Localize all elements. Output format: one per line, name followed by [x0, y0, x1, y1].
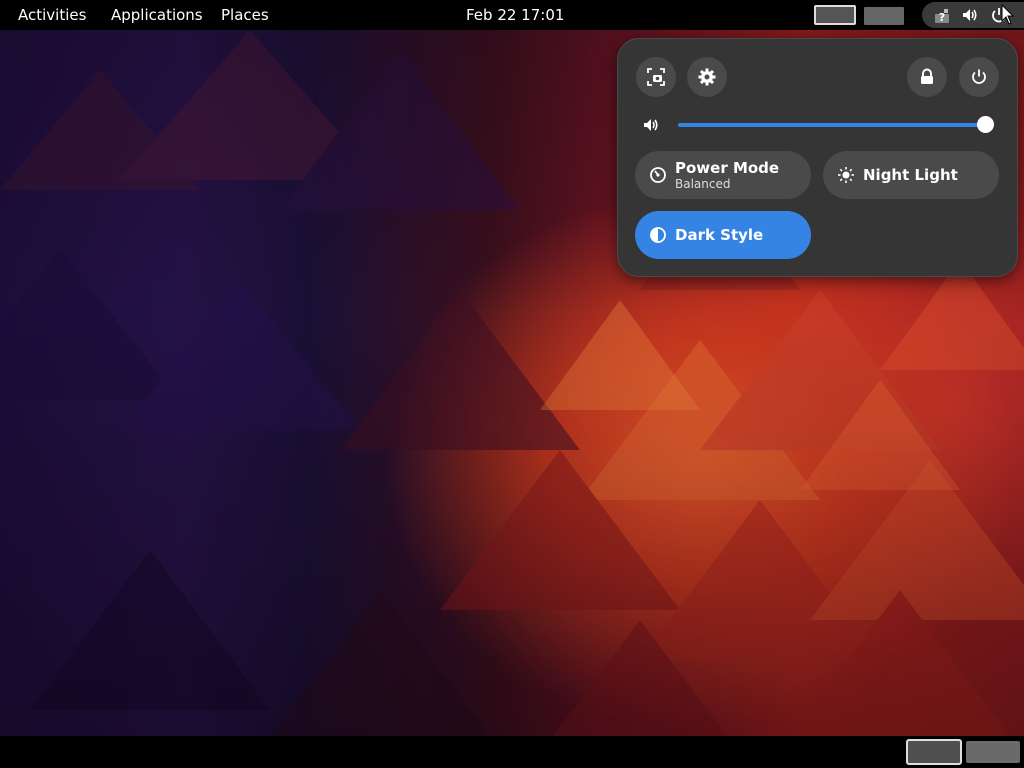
places-menu[interactable]: Places: [221, 0, 269, 30]
dark-style-toggle[interactable]: Dark Style: [635, 211, 811, 259]
volume-slider[interactable]: [678, 123, 986, 127]
power-mode-title: Power Mode: [675, 158, 780, 177]
power-mode-icon: [650, 167, 666, 183]
settings-button[interactable]: [687, 57, 727, 97]
workspace-indicator-1[interactable]: [814, 5, 856, 25]
screenshot-icon: [647, 68, 665, 86]
workspace-switcher-2[interactable]: [966, 741, 1020, 763]
volume-icon: [644, 119, 658, 131]
dark-style-title: Dark Style: [675, 226, 764, 244]
volume-slider-handle[interactable]: [977, 116, 994, 133]
power-off-icon: [972, 69, 986, 84]
network-icon: ?: [935, 9, 949, 24]
screenshot-button[interactable]: [636, 57, 676, 97]
lock-button[interactable]: [907, 57, 947, 97]
settings-icon: [698, 68, 716, 86]
night-light-icon: [838, 167, 854, 183]
quick-settings-menu: Power Mode Balanced Night Light Dark Sty…: [617, 38, 1018, 277]
dark-style-icon: [650, 227, 666, 243]
workspace-switcher-1[interactable]: [906, 739, 962, 765]
volume-row: [638, 115, 1000, 135]
night-light-toggle[interactable]: Night Light: [823, 151, 999, 199]
top-bar: Activities Applications Places Feb 22 17…: [0, 0, 1024, 30]
power-mode-toggle[interactable]: Power Mode Balanced: [635, 151, 811, 199]
applications-menu[interactable]: Applications: [111, 0, 203, 30]
workspace-indicator-2[interactable]: [864, 7, 904, 25]
mouse-cursor-icon: [1001, 4, 1015, 25]
power-mode-subtitle: Balanced: [675, 176, 731, 191]
activities-button[interactable]: Activities: [18, 0, 86, 30]
lock-icon: [921, 68, 933, 84]
power-off-button[interactable]: [959, 57, 999, 97]
night-light-title: Night Light: [863, 166, 958, 184]
volume-icon: [963, 9, 977, 21]
bottom-bar: [0, 736, 1024, 768]
clock[interactable]: Feb 22 17:01: [466, 0, 564, 30]
